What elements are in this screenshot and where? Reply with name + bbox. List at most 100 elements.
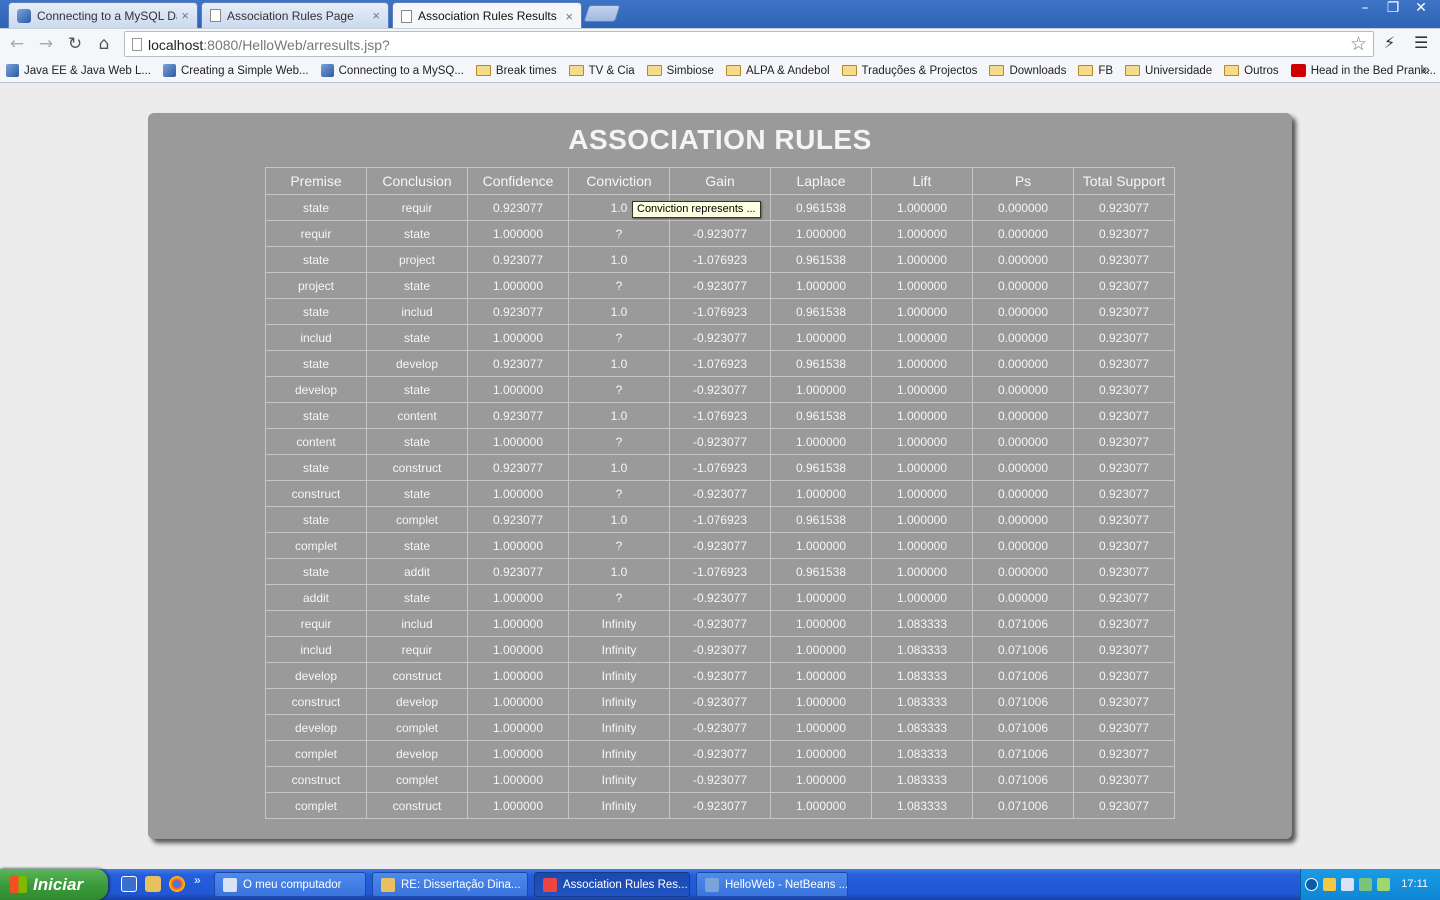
bookmark-item[interactable]: TV & Cia	[568, 64, 635, 77]
table-cell: 0.923077	[467, 298, 569, 325]
restore-icon[interactable]: ❐	[1380, 0, 1406, 18]
minimize-icon[interactable]: –	[1352, 0, 1378, 18]
address-bar[interactable]: localhost:8080/HelloWeb/arresults.jsp? ☆	[124, 31, 1374, 57]
mail-tray-icon[interactable]	[1323, 878, 1336, 891]
close-icon[interactable]: ×	[372, 8, 380, 23]
bookmark-label: Creating a Simple Web...	[181, 64, 309, 77]
reload-icon[interactable]: ↻	[63, 32, 87, 56]
wifi-icon[interactable]	[1377, 878, 1390, 891]
taskbar-button[interactable]: HelloWeb - NetBeans ...	[696, 872, 848, 897]
bookmark-item[interactable]: Simbiose	[646, 64, 714, 77]
bookmark-item[interactable]: ALPA & Andebol	[725, 65, 830, 77]
bookmark-label: Break times	[495, 64, 557, 77]
tray-arrow-icon[interactable]	[1305, 878, 1318, 891]
table-cell: state	[366, 376, 468, 403]
back-icon[interactable]: ←	[5, 32, 29, 56]
table-cell: 0.071006	[972, 662, 1074, 689]
table-cell: 1.000000	[467, 662, 569, 689]
tab-association-rules-page[interactable]: Association Rules Page ×	[201, 2, 389, 28]
table-cell: requir	[366, 636, 468, 663]
bookmark-item[interactable]: Java EE & Java Web L...	[6, 64, 151, 77]
security-icon[interactable]	[1359, 878, 1372, 891]
table-cell: 1.000000	[871, 402, 973, 429]
table-cell: 1.0	[568, 558, 670, 585]
bookmark-item[interactable]: Traduções & Projectos	[841, 65, 977, 77]
bookmark-label: Simbiose	[666, 64, 714, 77]
menu-icon[interactable]: ☰	[1414, 33, 1428, 52]
table-row: develop complet 1.000000 Infinity -0.923077 1…	[265, 714, 1175, 741]
window-close-icon[interactable]: ✕	[1408, 0, 1434, 18]
folder-icon	[841, 65, 857, 76]
table-cell: 1.000000	[871, 350, 973, 377]
taskbar-button[interactable]: RE: Dissertação Dina...	[372, 872, 528, 897]
chrome-icon[interactable]	[169, 876, 185, 892]
table-row: complet state 1.000000? -0.923077 1.000000 1.…	[265, 532, 1175, 559]
network-icon[interactable]	[1341, 878, 1354, 891]
bookmarks-more-icon[interactable]: »	[1422, 61, 1430, 77]
column-header: Total Support	[1073, 167, 1175, 195]
table-cell: -0.923077	[669, 220, 771, 247]
computer-icon	[223, 877, 237, 892]
mail-icon[interactable]	[145, 876, 161, 892]
bookmark-label: TV & Cia	[588, 64, 635, 77]
table-cell: -1.076923	[669, 558, 771, 585]
table-cell: construct	[265, 480, 367, 507]
table-cell: 0.000000	[972, 194, 1074, 221]
forward-icon[interactable]: →	[34, 32, 58, 56]
table-cell: 1.083333	[871, 766, 973, 793]
start-button[interactable]: Iniciar	[0, 869, 108, 900]
table-cell: 1.000000	[871, 324, 973, 351]
quicklaunch-more-icon[interactable]: »	[194, 873, 201, 887]
table-cell: 1.000000	[871, 480, 973, 507]
bookmark-item[interactable]: Head in the Bed Prank...	[1290, 64, 1436, 77]
table-cell: 1.000000	[467, 766, 569, 793]
bookmark-item[interactable]: Connecting to a MySQ...	[320, 64, 464, 77]
bookmark-item[interactable]: Downloads	[989, 65, 1066, 77]
table-cell: -1.076923	[669, 454, 771, 481]
table-cell: 1.000000	[770, 636, 872, 663]
table-cell: 1.000000	[871, 428, 973, 455]
bookmark-item[interactable]: Break times	[475, 64, 557, 77]
bookmark-item[interactable]: FB	[1078, 65, 1113, 77]
bookmark-item[interactable]: Universidade	[1125, 65, 1212, 77]
new-tab-button[interactable]	[583, 5, 621, 22]
table-row: project state 1.000000? -0.923077 1.000000 1.…	[265, 272, 1175, 299]
table-cell: state	[366, 532, 468, 559]
home-icon[interactable]: ⌂	[92, 32, 116, 56]
extension-icon[interactable]: ⚡	[1384, 33, 1395, 52]
table-cell: 0.923077	[1073, 766, 1175, 793]
table-cell: 1.000000	[871, 194, 973, 221]
table-cell: 0.000000	[972, 350, 1074, 377]
netbeans-icon	[17, 8, 31, 23]
table-cell: 0.923077	[1073, 324, 1175, 351]
page-icon	[210, 9, 221, 22]
table-cell: construct	[366, 792, 468, 819]
tab-association-rules-results[interactable]: Association Rules Results Pag ×	[392, 2, 582, 29]
table-cell: develop	[265, 714, 367, 741]
table-cell: 0.923077	[1073, 194, 1175, 221]
ie-icon[interactable]	[121, 876, 137, 892]
table-cell: 0.961538	[770, 298, 872, 325]
tab-mysql[interactable]: Connecting to a MySQL Datal ×	[8, 2, 198, 28]
table-cell: construct	[366, 662, 468, 689]
table-cell: 1.000000	[467, 636, 569, 663]
table-cell: 0.923077	[467, 350, 569, 377]
column-header: Conviction	[568, 167, 670, 195]
table-cell: 1.000000	[770, 376, 872, 403]
table-row: complet develop 1.000000 Infinity -0.923077 1…	[265, 740, 1175, 767]
bookmark-item[interactable]: Creating a Simple Web...	[163, 64, 309, 77]
bookmark-star-icon[interactable]: ☆	[1350, 33, 1367, 55]
column-header: Gain	[669, 167, 771, 195]
table-cell: -1.076923	[669, 506, 771, 533]
bookmark-item[interactable]: Outros	[1224, 65, 1279, 77]
table-cell: 0.923077	[1073, 714, 1175, 741]
table-row: state content 0.923077 1.0 -1.076923 0.961538…	[265, 402, 1175, 429]
taskbar-button[interactable]: Association Rules Res...	[534, 872, 690, 897]
close-icon[interactable]: ×	[565, 9, 573, 24]
table-cell: complet	[366, 714, 468, 741]
taskbar-button[interactable]: O meu computador	[214, 872, 366, 897]
close-icon[interactable]: ×	[181, 8, 189, 23]
table-cell: 1.000000	[467, 428, 569, 455]
table-row: construct state 1.000000? -0.923077 1.000000…	[265, 480, 1175, 507]
table-cell: 1.000000	[871, 454, 973, 481]
